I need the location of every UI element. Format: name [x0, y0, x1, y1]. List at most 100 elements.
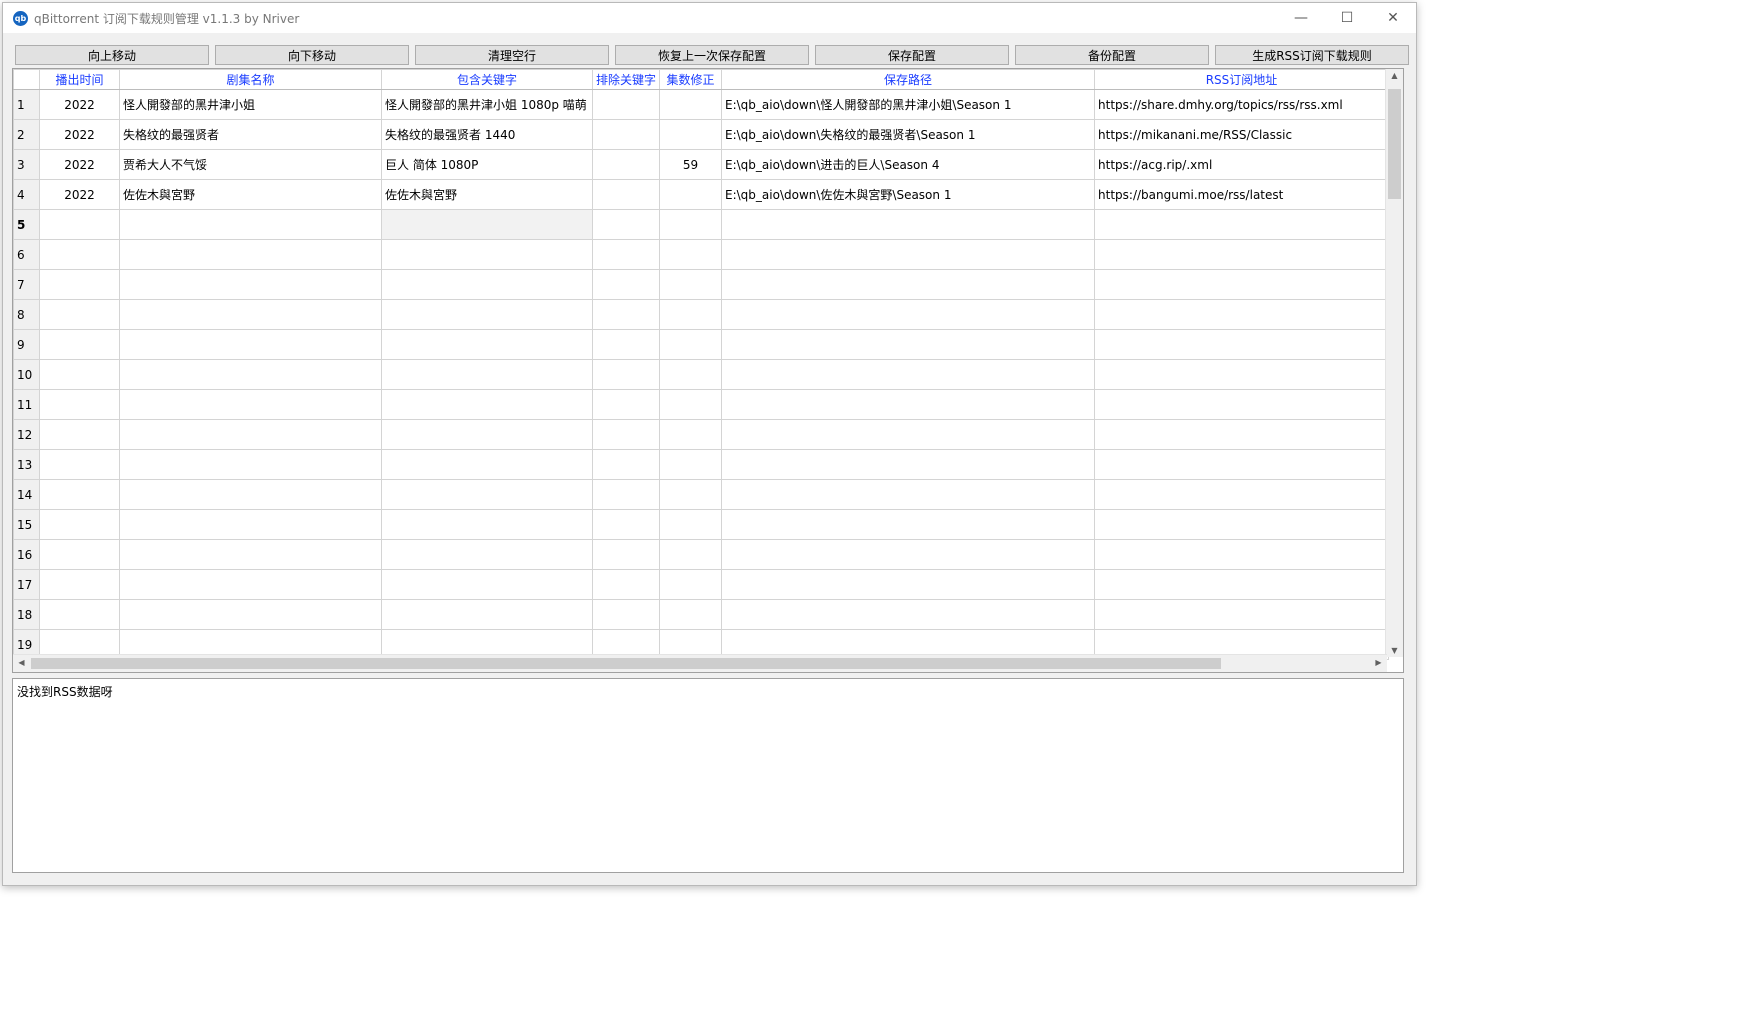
cell-include-keywords[interactable] [381, 329, 593, 360]
row-number[interactable]: 4 [13, 179, 40, 210]
cell-air-time[interactable] [39, 599, 120, 630]
cell-series-name[interactable] [119, 329, 382, 360]
cell-save-path[interactable] [721, 389, 1096, 420]
cell-exclude-keywords[interactable] [591, 419, 661, 450]
cell-air-time[interactable] [39, 239, 120, 270]
vertical-scroll-thumb[interactable] [1388, 89, 1401, 199]
cell-series-name[interactable] [119, 539, 382, 570]
cell-rss-url[interactable] [1094, 449, 1390, 480]
cell-include-keywords[interactable]: 怪人開發部的黑井津小姐 1080p 喵萌 [381, 89, 593, 120]
row-number[interactable]: 9 [13, 329, 40, 360]
cell-episode-fix[interactable] [659, 479, 723, 510]
cell-exclude-keywords[interactable] [591, 599, 661, 630]
generate-rss-rules-button[interactable]: 生成RSS订阅下载规则 [1215, 45, 1409, 65]
cell-save-path[interactable] [721, 239, 1096, 270]
cell-include-keywords[interactable] [381, 209, 593, 240]
cell-save-path[interactable] [721, 599, 1096, 630]
cell-exclude-keywords[interactable] [591, 269, 661, 300]
restore-last-config-button[interactable]: 恢复上一次保存配置 [615, 45, 809, 65]
cell-include-keywords[interactable] [381, 419, 593, 450]
move-down-button[interactable]: 向下移动 [215, 45, 409, 65]
cell-save-path[interactable] [721, 269, 1096, 300]
cell-series-name[interactable]: 贾希大人不气馁 [119, 149, 382, 180]
cell-exclude-keywords[interactable] [591, 299, 661, 330]
row-number[interactable]: 18 [13, 599, 40, 630]
scroll-left-arrow-icon[interactable]: ◀ [13, 658, 30, 667]
cell-episode-fix[interactable] [659, 239, 723, 270]
cell-episode-fix[interactable] [659, 569, 723, 600]
cell-include-keywords[interactable] [381, 299, 593, 330]
maximize-button[interactable]: ☐ [1324, 3, 1370, 33]
cell-air-time[interactable] [39, 509, 120, 540]
cell-save-path[interactable]: E:\qb_aio\down\佐佐木與宮野\Season 1 [721, 179, 1096, 210]
cell-episode-fix[interactable] [659, 119, 723, 150]
cell-exclude-keywords[interactable] [591, 239, 661, 270]
cell-exclude-keywords[interactable] [591, 449, 661, 480]
cell-save-path[interactable] [721, 299, 1096, 330]
cell-exclude-keywords[interactable] [591, 569, 661, 600]
cell-air-time[interactable] [39, 269, 120, 300]
cell-rss-url[interactable] [1094, 599, 1390, 630]
horizontal-scrollbar[interactable]: ◀ ▶ [13, 654, 1387, 672]
cell-save-path[interactable] [721, 479, 1096, 510]
cell-episode-fix[interactable] [659, 209, 723, 240]
cell-air-time[interactable]: 2022 [39, 119, 120, 150]
row-number[interactable]: 2 [13, 119, 40, 150]
cell-rss-url[interactable] [1094, 479, 1390, 510]
cell-series-name[interactable]: 失格纹的最强贤者 [119, 119, 382, 150]
cell-include-keywords[interactable] [381, 389, 593, 420]
cell-air-time[interactable] [39, 389, 120, 420]
cell-rss-url[interactable] [1094, 419, 1390, 450]
cell-series-name[interactable] [119, 569, 382, 600]
cell-exclude-keywords[interactable] [591, 389, 661, 420]
cell-series-name[interactable] [119, 209, 382, 240]
cell-rss-url[interactable] [1094, 299, 1390, 330]
cell-save-path[interactable]: E:\qb_aio\down\进击的巨人\Season 4 [721, 149, 1096, 180]
cell-rss-url[interactable]: https://acg.rip/.xml [1094, 149, 1390, 180]
header-series-name[interactable]: 剧集名称 [119, 69, 382, 90]
cell-series-name[interactable] [119, 419, 382, 450]
cell-air-time[interactable] [39, 449, 120, 480]
log-output[interactable]: 没找到RSS数据呀 [12, 678, 1404, 873]
header-air-time[interactable]: 播出时间 [39, 69, 120, 90]
save-config-button[interactable]: 保存配置 [815, 45, 1009, 65]
cell-episode-fix[interactable] [659, 599, 723, 630]
cell-air-time[interactable] [39, 569, 120, 600]
cell-save-path[interactable] [721, 209, 1096, 240]
cell-include-keywords[interactable] [381, 239, 593, 270]
cell-rss-url[interactable] [1094, 569, 1390, 600]
cell-rss-url[interactable]: https://share.dmhy.org/topics/rss/rss.xm… [1094, 89, 1390, 120]
title-bar[interactable]: qb qBittorrent 订阅下载规则管理 v1.1.3 by Nriver… [3, 3, 1416, 33]
cell-rss-url[interactable] [1094, 269, 1390, 300]
row-number[interactable]: 5 [13, 209, 40, 240]
cell-episode-fix[interactable] [659, 329, 723, 360]
scroll-up-arrow-icon[interactable]: ▲ [1386, 71, 1403, 80]
scroll-right-arrow-icon[interactable]: ▶ [1370, 658, 1387, 667]
cell-series-name[interactable]: 佐佐木與宮野 [119, 179, 382, 210]
cell-air-time[interactable] [39, 329, 120, 360]
cell-episode-fix[interactable] [659, 539, 723, 570]
cell-air-time[interactable] [39, 539, 120, 570]
cell-include-keywords[interactable] [381, 569, 593, 600]
row-number[interactable]: 6 [13, 239, 40, 270]
cell-air-time[interactable]: 2022 [39, 89, 120, 120]
cell-include-keywords[interactable] [381, 359, 593, 390]
cell-air-time[interactable] [39, 299, 120, 330]
cell-air-time[interactable] [39, 419, 120, 450]
row-number[interactable]: 8 [13, 299, 40, 330]
rules-grid[interactable]: 播出时间 剧集名称 包含关键字 排除关键字 集数修正 保存路径 RSS订阅地址 … [12, 68, 1404, 673]
cell-air-time[interactable]: 2022 [39, 149, 120, 180]
cell-save-path[interactable]: E:\qb_aio\down\怪人開發部的黑井津小姐\Season 1 [721, 89, 1096, 120]
cell-include-keywords[interactable]: 巨人 简体 1080P [381, 149, 593, 180]
cell-series-name[interactable] [119, 299, 382, 330]
cell-exclude-keywords[interactable] [591, 149, 661, 180]
cell-save-path[interactable]: E:\qb_aio\down\失格纹的最强贤者\Season 1 [721, 119, 1096, 150]
move-up-button[interactable]: 向上移动 [15, 45, 209, 65]
cell-rss-url[interactable] [1094, 509, 1390, 540]
scroll-down-arrow-icon[interactable]: ▼ [1386, 646, 1403, 655]
cell-exclude-keywords[interactable] [591, 89, 661, 120]
row-number[interactable]: 3 [13, 149, 40, 180]
cell-episode-fix[interactable] [659, 389, 723, 420]
cell-rss-url[interactable] [1094, 239, 1390, 270]
header-exclude-keywords[interactable]: 排除关键字 [591, 69, 661, 90]
